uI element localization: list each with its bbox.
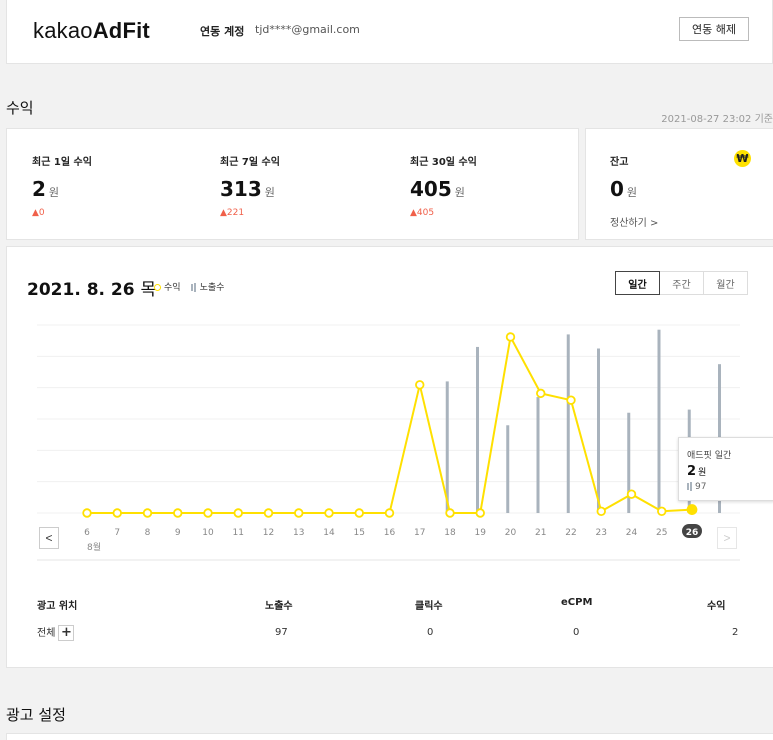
col-clicks: 클릭수 (415, 601, 443, 612)
x-tick-label: 16 (384, 528, 396, 538)
revenue-point (686, 504, 698, 515)
impressions-bar (536, 397, 540, 513)
impressions-bar (597, 348, 600, 513)
revenue-point (415, 380, 425, 390)
impressions-bar-icon (687, 483, 689, 490)
row-impressions: 97 (275, 627, 288, 638)
revenue-stats: 최근 1일 수익 2원 ▲0 최근 7일 수익 313 원 ▲221 최근 30일… (6, 128, 579, 240)
unlink-button[interactable]: 연동 해제 (679, 17, 749, 41)
x-tick-label: 25 (656, 528, 667, 538)
stat-30day: 최근 30일 수익 405 원 ▲405 (410, 153, 477, 218)
x-tick-label: 11 (233, 528, 244, 538)
revenue-point (475, 508, 485, 518)
x-tick-label: 15 (354, 528, 365, 538)
x-tick-label: 21 (535, 528, 546, 538)
revenue-point (324, 508, 334, 518)
balance-label: 잔고 (610, 157, 629, 168)
prev-period-button[interactable]: < (39, 527, 59, 549)
balance-stat: 잔고 0원 정산하기 > (610, 153, 658, 229)
impressions-bar (476, 346, 479, 513)
x-tick-label: 12 (263, 528, 274, 538)
tooltip-impressions: 97 (687, 482, 706, 492)
x-tick-label: 17 (414, 528, 425, 538)
stat-7day: 최근 7일 수익 313 원 ▲221 (220, 153, 280, 218)
row-ecpm: 0 (573, 627, 580, 638)
revenue-point (384, 508, 395, 518)
stat-value: 2원 (32, 177, 60, 201)
stat-change: ▲405 (410, 208, 435, 218)
stat-1day: 최근 1일 수익 2원 ▲0 (32, 153, 92, 218)
settle-link[interactable]: 정산하기 > (610, 214, 658, 229)
stat-label: 최근 30일 수익 (410, 157, 477, 168)
next-period-button[interactable]: > (717, 527, 737, 549)
x-tick-label: 23 (596, 528, 607, 538)
x-tick-label: 6 (84, 528, 90, 538)
revenue-point (657, 506, 667, 516)
impressions-bar (657, 329, 661, 513)
col-revenue: 수익 (707, 601, 726, 612)
revenue-point (233, 508, 243, 518)
impressions-bar (566, 334, 570, 513)
revenue-point (536, 388, 546, 399)
col-ad-position: 광고 위치 (37, 601, 78, 612)
daily-chart-card: 2021. 8. 26 목 수익 노출수 일간 주간 월간 6 7 8 9 10 11 12… (6, 246, 773, 668)
revenue-point (626, 489, 637, 499)
revenue-point (566, 395, 576, 405)
tab-daily[interactable]: 일간 (615, 271, 660, 295)
x-tick-label: 13 (293, 528, 304, 538)
x-tick-label: 20 (505, 528, 517, 538)
x-tick-label: 24 (626, 528, 638, 538)
balance-card: 잔고 0원 정산하기 > ₩ (585, 128, 773, 240)
x-tick-label: 14 (323, 528, 335, 538)
stat-value: 313 원 (220, 177, 275, 201)
stat-label: 최근 7일 수익 (220, 157, 280, 168)
x-tick-label: 9 (175, 528, 181, 538)
impressions-bar (506, 425, 510, 513)
won-icon: ₩ (734, 150, 751, 167)
row-position: 전체 + (37, 624, 75, 641)
x-tick-label: 8 (145, 528, 151, 538)
x-tick-label: 18 (444, 528, 456, 538)
revenue-point (173, 508, 183, 518)
col-ecpm: eCPM (561, 597, 593, 608)
revenue-timestamp: 2021-08-27 23:02 기준 (661, 114, 773, 125)
linked-account-email: tjd****@gmail.com (255, 23, 360, 36)
account-header: kakaoAdFit 연동 계정 tjd****@gmail.com 연동 해제 (6, 0, 773, 64)
revenue-point (142, 508, 153, 518)
row-revenue: 2 (732, 627, 739, 638)
ad-settings-title: 광고 설정 (6, 706, 66, 724)
chart-tooltip: 애드핏 일간 2원 97 (678, 437, 773, 501)
revenue-point (112, 508, 122, 518)
linked-account-label: 연동 계정 (200, 25, 245, 38)
revenue-section-title: 수익 (6, 99, 34, 117)
stat-label: 최근 1일 수익 (32, 157, 92, 168)
balance-value: 0원 (610, 177, 638, 201)
tooltip-value: 2원 (687, 464, 707, 479)
stat-change: ▲221 (220, 208, 245, 218)
revenue-point (294, 508, 304, 518)
revenue-point (263, 508, 274, 518)
x-tick-label: 7 (114, 528, 120, 538)
revenue-line (87, 333, 693, 514)
revenue-impressions-chart: 6 7 8 9 10 11 12 13 14 15 16 17 18 19 20 21 22 23 24 25 26 8월 (37, 324, 740, 561)
revenue-point (505, 332, 516, 342)
revenue-point (445, 508, 455, 518)
col-impressions: 노출수 (265, 601, 293, 612)
expand-plus-icon[interactable]: + (58, 625, 75, 641)
tooltip-title: 애드핏 일간 (687, 451, 732, 461)
revenue-point (82, 508, 92, 518)
revenue-point (596, 506, 606, 516)
x-tick-label: 19 (475, 528, 487, 538)
revenue-point (203, 508, 213, 518)
stat-value: 405 원 (410, 177, 465, 201)
x-tick-label: 22 (565, 528, 576, 538)
kakao-adfit-logo[interactable]: kakaoAdFit (33, 18, 150, 44)
x-tick-label: 10 (202, 528, 214, 538)
stat-change: ▲0 (32, 208, 45, 218)
x-tick-label: 26 (686, 528, 699, 538)
revenue-point (354, 508, 364, 518)
row-clicks: 0 (427, 627, 434, 638)
x-month-label: 8월 (87, 541, 101, 553)
